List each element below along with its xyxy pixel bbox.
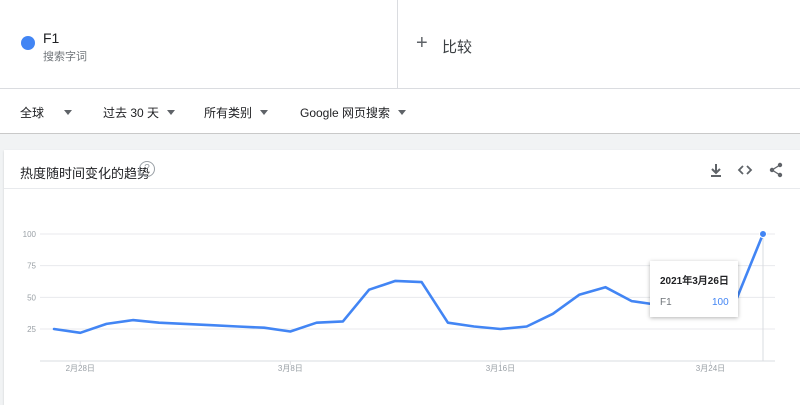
time-filter[interactable]: 过去 30 天 xyxy=(103,104,176,121)
term-color-dot xyxy=(21,36,35,50)
region-filter[interactable]: 全球 xyxy=(20,104,73,121)
tooltip-value: 100 xyxy=(712,297,729,308)
compare-button[interactable]: + 比较 xyxy=(398,0,800,88)
compare-label: 比较 xyxy=(442,39,473,56)
caret-down-icon xyxy=(64,110,73,115)
category-filter[interactable]: 所有类别 xyxy=(204,104,269,121)
search-type-filter[interactable]: Google 网页搜索 xyxy=(300,104,407,121)
category-filter-label: 所有类别 xyxy=(204,106,253,120)
caret-down-icon xyxy=(260,110,269,115)
plus-icon: + xyxy=(416,32,428,54)
tooltip-date: 2021年3月26日 xyxy=(660,276,729,287)
term-name[interactable]: F1 xyxy=(43,30,59,46)
share-icon[interactable] xyxy=(768,162,784,178)
card-divider xyxy=(4,188,800,189)
region-filter-label: 全球 xyxy=(20,106,45,120)
filter-bar: 全球 过去 30 天 所有类别 Google 网页搜索 xyxy=(0,89,800,134)
search-type-filter-label: Google 网页搜索 xyxy=(300,106,391,120)
tooltip-term: F1 xyxy=(660,297,672,308)
card-title: 热度随时间变化的趋势 xyxy=(20,166,151,181)
hover-tooltip: 2021年3月26日 F1 100 xyxy=(650,261,738,317)
time-filter-label: 过去 30 天 xyxy=(103,106,160,120)
term-subtitle: 搜索字词 xyxy=(43,51,87,63)
search-term-card[interactable]: F1 搜索字词 xyxy=(0,0,398,88)
caret-down-icon xyxy=(398,110,407,115)
embed-code-icon[interactable] xyxy=(737,162,753,178)
help-icon[interactable]: ? xyxy=(139,161,155,177)
caret-down-icon xyxy=(167,110,176,115)
download-icon[interactable] xyxy=(708,162,724,178)
compare-strip: F1 搜索字词 + 比较 xyxy=(0,0,800,89)
